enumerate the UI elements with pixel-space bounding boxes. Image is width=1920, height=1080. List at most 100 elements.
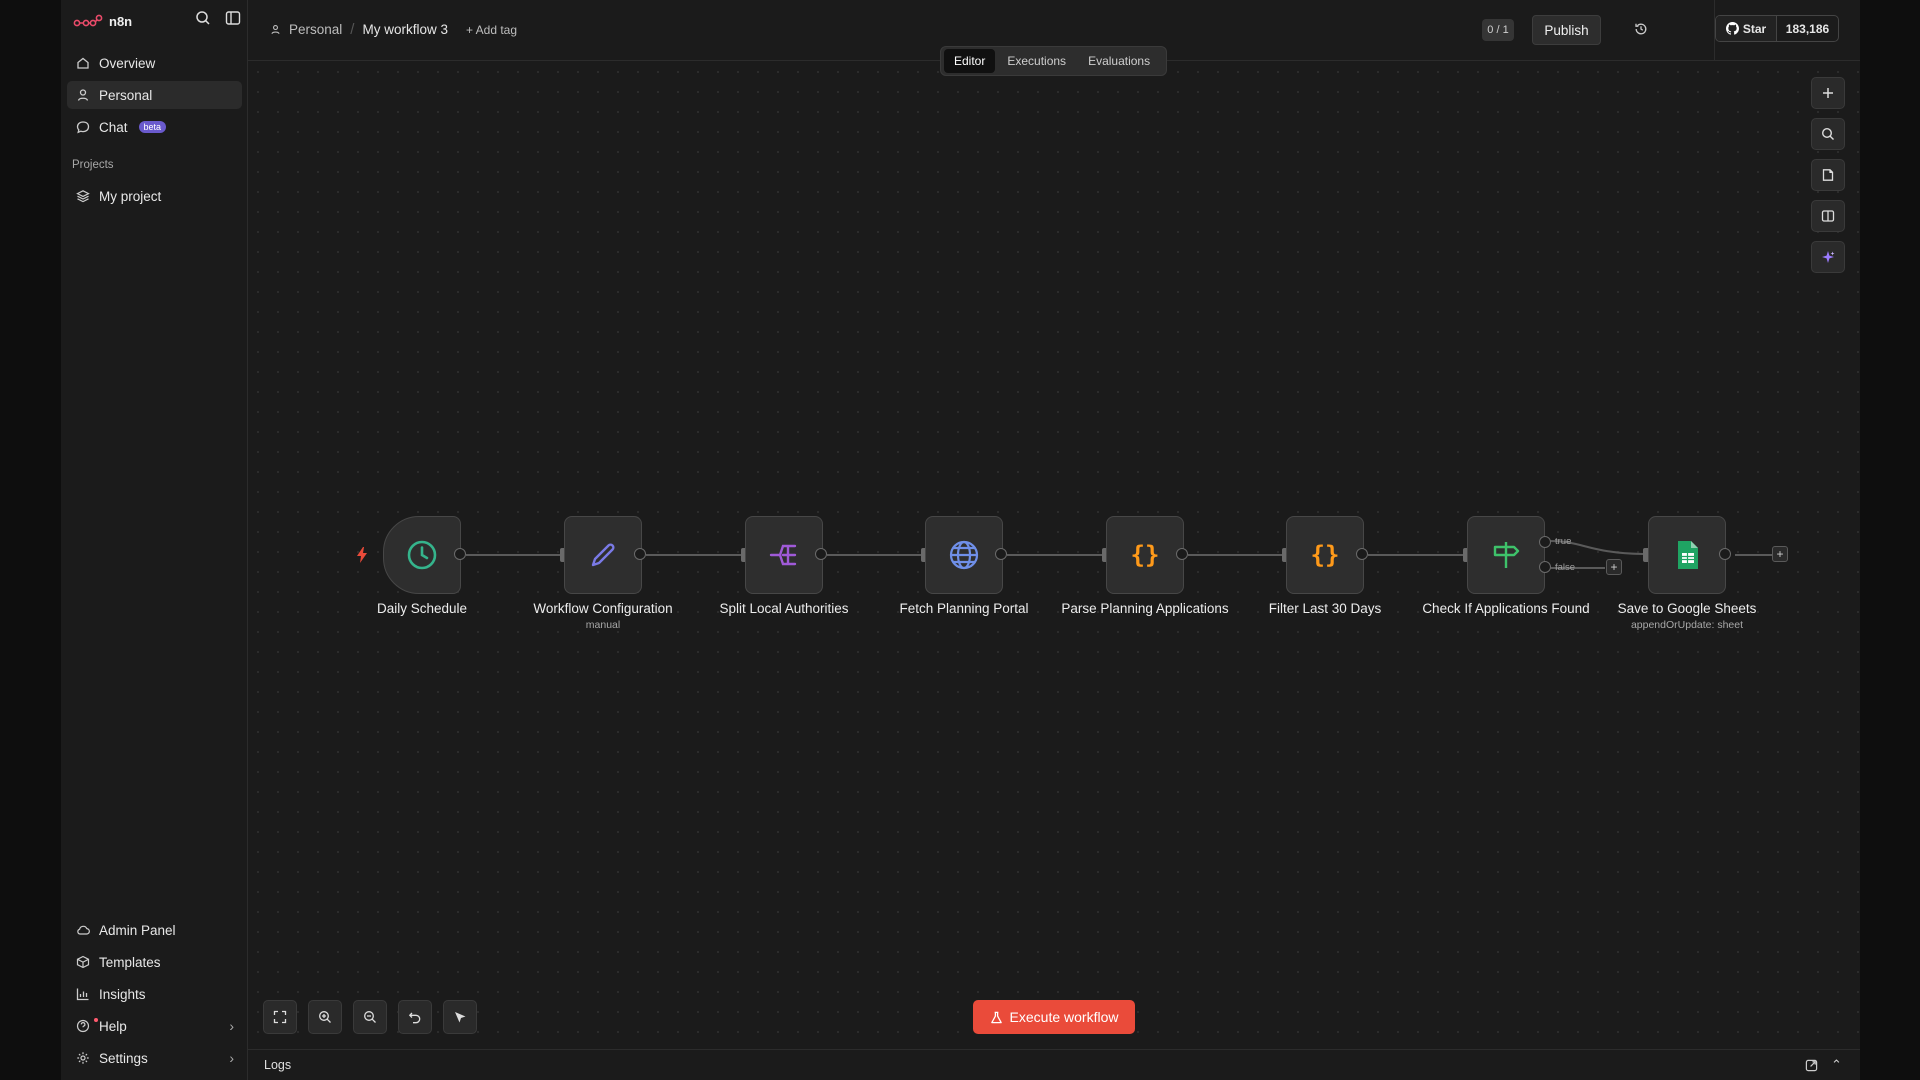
gear-icon [77, 1052, 89, 1064]
execute-workflow-button[interactable]: Execute workflow [973, 1000, 1135, 1034]
zoom-in-button[interactable] [308, 1000, 342, 1034]
breadcrumb-project[interactable]: Personal [289, 22, 342, 37]
sidebar-toggle-icon[interactable] [225, 10, 241, 26]
search-nodes-button[interactable] [1811, 118, 1845, 150]
logs-label: Logs [264, 1058, 292, 1072]
box-icon [76, 955, 90, 969]
sidebar-item-my-project[interactable]: My project [67, 182, 242, 210]
publish-button[interactable]: Publish [1532, 15, 1601, 45]
connection-edge [1188, 554, 1286, 556]
sidebar-item-label: Help [99, 1018, 127, 1034]
sidebar-item-label: Templates [99, 954, 161, 970]
sidebar-item-overview[interactable]: Overview [67, 49, 242, 77]
execute-label: Execute workflow [1009, 1009, 1119, 1025]
node-daily-schedule[interactable] [383, 516, 461, 594]
output-port[interactable] [1176, 548, 1188, 560]
brand[interactable]: n8n [73, 10, 132, 32]
active-counter: 0 / 1 [1482, 19, 1514, 41]
svg-text:{}: {} [1311, 541, 1340, 569]
split-icon [769, 544, 797, 566]
code-icon: {} [1311, 541, 1340, 569]
n8n-logo-icon [73, 14, 103, 27]
node-check-if-applications-found[interactable] [1467, 516, 1545, 594]
sidebar-item-admin-panel[interactable]: Admin Panel [67, 916, 242, 944]
sidebar-item-insights[interactable]: Insights [67, 980, 242, 1008]
sidebar-item-chat[interactable]: Chat beta [67, 113, 242, 141]
output-port[interactable] [1356, 548, 1368, 560]
zoom-out-button[interactable] [353, 1000, 387, 1034]
connection-edge [1735, 554, 1775, 556]
sidebar-item-label: My project [99, 188, 162, 204]
history-icon[interactable] [1634, 22, 1648, 36]
sidebar-item-settings[interactable]: Settings › [67, 1044, 242, 1072]
chat-icon [76, 121, 90, 134]
cursor-icon [455, 1012, 466, 1023]
output-port[interactable] [1719, 548, 1731, 560]
sidebar-item-templates[interactable]: Templates [67, 948, 242, 976]
output-port-true[interactable] [1539, 536, 1551, 548]
node-split-local-authorities[interactable] [745, 516, 823, 594]
connection-edge [646, 554, 744, 556]
node-filter-last-30-days[interactable]: {} [1286, 516, 1364, 594]
undo-icon [408, 1012, 421, 1024]
node-label: Daily Schedule [376, 601, 468, 616]
add-node-button[interactable] [1811, 77, 1845, 109]
tab-evaluations[interactable]: Evaluations [1078, 49, 1160, 73]
add-node-after-button[interactable]: + [1772, 546, 1788, 562]
home-icon [77, 57, 89, 69]
node-workflow-configuration[interactable] [564, 516, 642, 594]
add-node-false-button[interactable]: + [1606, 559, 1622, 575]
node-fetch-planning-portal[interactable] [925, 516, 1003, 594]
sidebar-item-personal[interactable]: Personal [67, 81, 242, 109]
sticky-note-button[interactable] [1811, 159, 1845, 191]
github-star-widget[interactable]: Star 183,186 [1715, 15, 1839, 42]
sidebar: n8n Overview Personal Chat beta Projects… [61, 0, 248, 1080]
fit-view-button[interactable] [263, 1000, 297, 1034]
node-label: Split Local Authorities [719, 601, 849, 616]
select-mode-button[interactable] [443, 1000, 477, 1034]
pop-out-icon[interactable] [1805, 1059, 1818, 1072]
tab-executions[interactable]: Executions [997, 49, 1076, 73]
search-icon [1821, 127, 1834, 140]
add-tag-button[interactable]: + Add tag [466, 23, 517, 37]
chevron-up-icon[interactable]: ⌃ [1831, 1057, 1842, 1073]
node-subtitle: appendOrUpdate: sheet [1630, 619, 1744, 631]
node-save-to-google-sheets[interactable] [1648, 516, 1726, 594]
user-icon [271, 25, 280, 35]
logs-panel-bar[interactable]: Logs ⌃ [248, 1049, 1860, 1080]
github-star-button[interactable]: Star [1716, 16, 1776, 41]
sidebar-item-label: Personal [99, 87, 153, 103]
sidebar-item-help[interactable]: Help › [67, 1012, 242, 1040]
output-port[interactable] [815, 548, 827, 560]
plus-icon [1823, 88, 1833, 98]
node-label: Fetch Planning Portal [899, 601, 1029, 616]
node-parse-planning-applications[interactable]: {} [1106, 516, 1184, 594]
github-icon [1725, 22, 1739, 35]
node-label: Parse Planning Applications [1061, 601, 1229, 616]
search-icon[interactable] [195, 10, 211, 26]
sidebar-item-label: Settings [99, 1050, 148, 1066]
toggle-panel-button[interactable] [1811, 200, 1845, 232]
zoom-in-icon [319, 1011, 331, 1023]
ai-assistant-button[interactable] [1811, 241, 1845, 273]
node-label: Filter Last 30 Days [1268, 601, 1382, 616]
github-star-count: 183,186 [1776, 16, 1838, 41]
tab-editor[interactable]: Editor [944, 49, 996, 73]
output-port[interactable] [634, 548, 646, 560]
breadcrumb: Personal / My workflow 3 + Add tag [270, 21, 517, 38]
chevron-right-icon: › [229, 1018, 234, 1034]
code-icon: {} [1131, 541, 1160, 569]
undo-button[interactable] [398, 1000, 432, 1034]
connection-edge [1007, 554, 1105, 556]
output-port[interactable] [454, 548, 466, 560]
output-port-false[interactable] [1539, 561, 1551, 573]
sticky-note-icon [1822, 169, 1834, 181]
zoom-out-icon [364, 1011, 376, 1023]
canvas-bottom-toolbar [263, 1000, 477, 1034]
sidebar-item-label: Admin Panel [99, 922, 176, 938]
google-sheets-icon [1678, 541, 1698, 569]
workflow-name[interactable]: My workflow 3 [362, 22, 448, 37]
breadcrumb-separator: / [350, 21, 355, 38]
output-port[interactable] [995, 548, 1007, 560]
app-name: n8n [109, 13, 133, 29]
